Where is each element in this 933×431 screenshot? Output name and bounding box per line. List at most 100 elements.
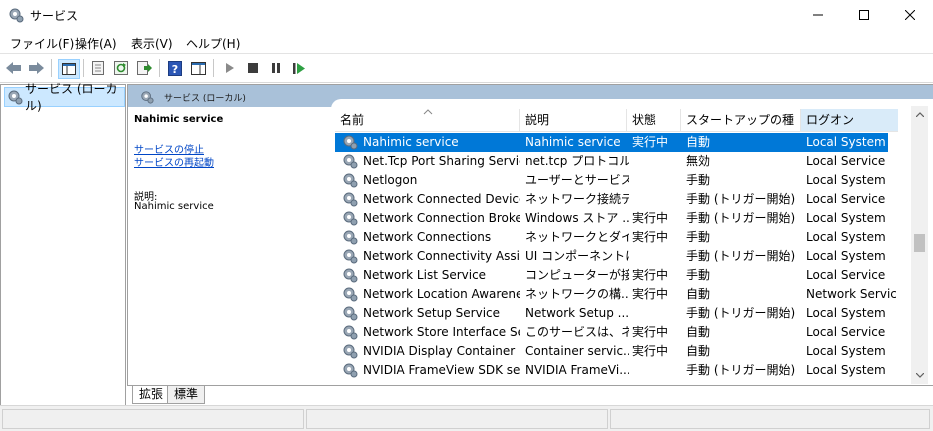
services-gear-icon [141,91,154,104]
table-row[interactable]: NVIDIA Display Container LS Container ser… [335,342,898,361]
refresh-button[interactable] [112,59,130,77]
service-gear-icon [343,325,358,340]
service-startup-type: 無効 [686,154,711,168]
scroll-down-button[interactable] [911,367,928,384]
service-gear-icon [343,363,358,378]
service-logon: Local System [806,249,886,263]
service-status [632,361,684,380]
pause-service-button[interactable] [267,59,285,77]
service-description: Windows ストア ... [525,211,629,225]
service-status: 実行中 [632,287,669,301]
start-service-button[interactable] [221,59,239,77]
service-startup-type: 手動 (トリガー開始) [686,211,796,225]
service-logon: Local Service [806,192,886,206]
service-logon: Local System [806,363,886,377]
column-header-startup-type[interactable]: スタートアップの種類 [681,109,801,149]
svg-text:?: ? [172,63,178,76]
menu-help[interactable]: ヘルプ(H) [186,35,240,52]
column-header-description[interactable]: 説明 [520,109,627,131]
service-logon: Local System [806,306,886,320]
maximize-icon [859,10,869,20]
service-description: UI コンポーネントに... [525,249,629,263]
service-startup-type: 自動 [686,325,711,339]
service-status: 実行中 [632,230,669,244]
status-bar [0,405,933,431]
close-button[interactable] [887,0,933,30]
service-description: ネットワークの構... [525,287,629,301]
table-row[interactable]: Network Connection Broker Windows ストア ...… [335,209,898,228]
start-icon [226,63,234,73]
service-startup-type: 手動 (トリガー開始) [686,192,796,206]
vertical-scrollbar[interactable] [911,106,928,384]
status-segment [306,409,608,429]
table-row[interactable]: Netlogon ユーザーとサービス... 手動 Local System [335,171,898,190]
restart-service-link[interactable]: サービスの再起動 [134,154,214,169]
service-name: Netlogon [363,173,418,187]
service-status: 実行中 [632,211,669,225]
tab-standard[interactable]: 標準 [167,386,206,404]
service-description: ユーザーとサービス... [525,173,629,187]
service-name: Net.Tcp Port Sharing Service [363,154,520,168]
table-row[interactable]: Network Store Interface Ser... このサービスは、ネ.… [335,323,898,342]
tree-item-services-local[interactable]: サービス (ローカル) [4,82,125,113]
resume-service-button[interactable] [290,59,308,77]
export-icon [136,61,152,75]
service-logon: Network Service [806,287,896,301]
window-title: サービス [30,9,79,23]
table-row[interactable]: Network Location Awareness ネットワークの構... 実行中… [335,285,898,304]
table-row[interactable]: Network Connected Device... ネットワーク接続デ... 手… [335,190,898,209]
column-header-name[interactable]: 名前 [335,109,520,131]
service-startup-type: 手動 [686,173,711,187]
service-gear-icon [343,287,358,302]
menu-action[interactable]: 操作(A) [75,35,117,52]
service-status [632,190,684,209]
forward-button[interactable] [27,59,45,77]
service-gear-icon [343,192,358,207]
console-tree-button[interactable] [58,59,80,79]
column-header-logon[interactable]: ログオン [801,109,898,131]
chevron-up-icon [915,112,924,117]
service-description: Container servic... [525,344,629,358]
stop-icon [248,63,258,73]
service-startup-type: 手動 (トリガー開始) [686,306,796,320]
properties-button[interactable] [89,59,107,77]
minimize-button[interactable] [795,0,841,30]
service-status: 実行中 [632,268,669,282]
table-row[interactable]: Network Connections ネットワークとダイ...実行中 手動 Loca… [335,228,898,247]
table-row[interactable]: Network Connectivity Assist... UI コンポーネント… [335,247,898,266]
service-description: Nahimic service [525,135,621,149]
scroll-up-button[interactable] [911,106,928,123]
table-row[interactable]: NVIDIA FrameView SDK serv... NVIDIA Frame… [335,361,898,380]
table-row[interactable]: Network Setup Service Network Setup ... 手動… [335,304,898,323]
tab-extended[interactable]: 拡張 [132,386,171,404]
console-view-button[interactable] [189,59,207,77]
back-button[interactable] [5,59,23,77]
service-status: 実行中 [632,344,669,358]
forward-arrow-icon [29,62,44,74]
service-logon: Local System [806,135,886,149]
column-header-status[interactable]: 状態 [627,109,681,131]
service-name: Network Setup Service [363,306,501,320]
service-name: Network Store Interface Ser... [363,325,520,339]
service-logon: Local System [806,344,886,358]
toolbar-separator [213,59,214,77]
maximize-button[interactable] [841,0,887,30]
service-description: ネットワーク接続デ... [525,192,629,206]
menu-file[interactable]: ファイル(F) [10,35,74,52]
table-row[interactable]: Net.Tcp Port Sharing Service net.tcp プロトコ… [335,152,898,171]
menu-view[interactable]: 表示(V) [131,35,173,52]
export-button[interactable] [135,59,153,77]
service-gear-icon [343,173,358,188]
console-tree-icon [62,63,76,75]
services-pane: サービス (ローカル) Nahimic service サービスの停止 サービス… [127,84,933,386]
toolbar-separator [83,59,84,77]
stop-service-button[interactable] [244,59,262,77]
resume-icon [293,62,305,74]
minimize-icon [813,14,823,16]
table-row[interactable]: Network List Service コンピューターが接...実行中 手動 Loc… [335,266,898,285]
console-view-icon [190,61,206,75]
help-button[interactable]: ? [166,59,184,77]
table-row[interactable]: Nahimic service Nahimic service 実行中 自動 Local… [335,133,888,152]
scroll-thumb[interactable] [914,234,925,252]
service-status [632,247,684,266]
